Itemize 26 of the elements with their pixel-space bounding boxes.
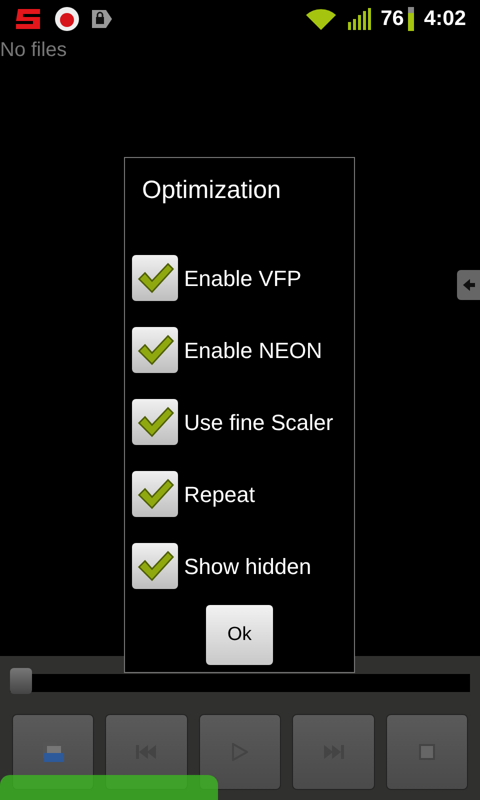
checkbox[interactable]: [132, 543, 178, 589]
option-label: Enable VFP: [184, 264, 302, 292]
seek-thumb[interactable]: [10, 668, 32, 694]
checkbox[interactable]: [132, 399, 178, 445]
option-label: Use fine Scaler: [184, 408, 334, 436]
signal-icon: [346, 7, 371, 31]
ok-button[interactable]: Ok: [206, 605, 273, 665]
lock-icon: [90, 8, 114, 30]
checkbox[interactable]: [132, 327, 178, 373]
arrow-icon: [462, 279, 474, 291]
battery-percent: 76: [380, 6, 404, 32]
stop-icon: [418, 744, 435, 760]
seek-bar[interactable]: [10, 668, 470, 694]
play-button[interactable]: [198, 714, 282, 790]
checkbox[interactable]: [132, 471, 178, 517]
side-handle[interactable]: [457, 270, 480, 300]
option-label: Show hidden: [184, 552, 312, 580]
wifi-icon: [304, 7, 337, 31]
checkbox[interactable]: [132, 255, 178, 301]
empty-list-text: No files: [0, 38, 68, 63]
stop-button[interactable]: [386, 714, 468, 790]
clock: 4:02: [424, 6, 466, 32]
battery-icon: [408, 7, 414, 31]
option-label: Enable NEON: [184, 336, 322, 364]
option-label: Repeat: [184, 480, 255, 509]
dialog-title: Optimization: [142, 175, 282, 205]
